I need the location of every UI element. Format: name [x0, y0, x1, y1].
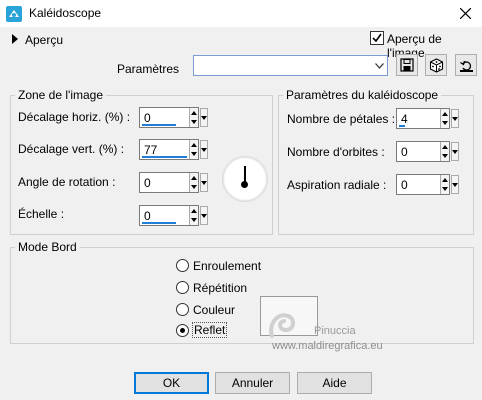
- edge-mode-title: Mode Bord: [15, 240, 80, 254]
- presets-dropdown[interactable]: [193, 55, 388, 76]
- close-icon: [459, 8, 471, 19]
- rotation-label: Angle de rotation :: [18, 175, 116, 189]
- randomize-button[interactable]: [425, 54, 447, 76]
- cancel-button[interactable]: Annuler: [215, 372, 290, 394]
- spin-arrows-icon[interactable]: [440, 142, 449, 161]
- orbits-label: Nombre d'orbites :: [287, 145, 385, 159]
- v-offset-label: Décalage vert. (%) :: [18, 142, 125, 156]
- floppy-disk-icon: [400, 58, 414, 72]
- reset-icon: [459, 60, 473, 72]
- radio-reflect-label[interactable]: Reflet: [192, 322, 228, 338]
- dial-center-dot: [241, 181, 248, 188]
- radio-wrap[interactable]: [176, 259, 189, 272]
- orbits-input[interactable]: 0: [396, 141, 459, 162]
- presets-label: Paramètres: [117, 62, 180, 76]
- ok-button[interactable]: OK: [134, 372, 209, 394]
- radio-reflect[interactable]: [176, 324, 189, 337]
- petals-input[interactable]: 4: [396, 108, 459, 129]
- h-offset-bar: [142, 124, 176, 126]
- window-title: Kaléidoscope: [29, 6, 102, 20]
- petals-bar: [399, 125, 405, 127]
- spin-menu-icon[interactable]: [200, 206, 208, 225]
- spin-arrows-icon[interactable]: [440, 109, 449, 128]
- petals-label: Nombre de pétales :: [287, 112, 396, 126]
- spin-menu-icon[interactable]: [451, 142, 459, 161]
- preview-section-label[interactable]: Aperçu: [25, 33, 63, 47]
- radio-color[interactable]: [176, 303, 189, 316]
- spin-menu-icon[interactable]: [451, 109, 459, 128]
- watermark-url: www.maldiregrafica.eu: [272, 340, 383, 352]
- spin-menu-icon[interactable]: [200, 140, 208, 159]
- image-zone-title: Zone de l'image: [15, 88, 107, 102]
- scale-value: 0: [144, 209, 151, 223]
- radial-suction-value: 0: [401, 178, 408, 192]
- help-button[interactable]: Aide: [297, 372, 372, 394]
- h-offset-value: 0: [144, 111, 151, 125]
- dice-icon: [429, 57, 443, 73]
- radio-wrap-label[interactable]: Enroulement: [193, 259, 261, 273]
- spin-menu-icon[interactable]: [451, 175, 459, 194]
- reset-button[interactable]: [455, 54, 477, 76]
- close-button[interactable]: [448, 0, 482, 27]
- petals-value: 4: [401, 112, 408, 126]
- radio-repeat-label[interactable]: Répétition: [193, 281, 247, 295]
- radio-color-label[interactable]: Couleur: [193, 303, 235, 317]
- chevron-down-icon[interactable]: [372, 56, 387, 75]
- expand-arrow-icon[interactable]: [12, 34, 18, 44]
- scale-input[interactable]: 0: [139, 205, 208, 226]
- kaleidoscope-params-title: Paramètres du kaléidoscope: [283, 88, 442, 102]
- rotation-input[interactable]: 0: [139, 172, 208, 193]
- spin-arrows-icon[interactable]: [189, 173, 198, 192]
- spin-arrows-icon[interactable]: [440, 175, 449, 194]
- radio-repeat[interactable]: [176, 281, 189, 294]
- spin-menu-icon[interactable]: [200, 173, 208, 192]
- scale-label: Échelle :: [18, 207, 65, 221]
- v-offset-bar: [142, 156, 187, 158]
- scale-bar: [142, 222, 176, 224]
- h-offset-label: Décalage horiz. (%) :: [18, 110, 131, 124]
- spin-arrows-icon[interactable]: [189, 206, 198, 225]
- spin-arrows-icon[interactable]: [189, 140, 198, 159]
- radial-suction-label: Aspiration radiale :: [287, 178, 387, 192]
- app-icon: [6, 6, 22, 22]
- preview-checkbox[interactable]: [370, 31, 384, 45]
- v-offset-input[interactable]: 77: [139, 139, 208, 160]
- orbits-value: 0: [401, 145, 408, 159]
- spin-arrows-icon[interactable]: [189, 108, 198, 127]
- checkmark-icon: [372, 33, 382, 43]
- h-offset-input[interactable]: 0: [139, 107, 208, 128]
- watermark-name: Pinuccia: [314, 325, 356, 337]
- v-offset-value: 77: [144, 143, 158, 157]
- rotation-value: 0: [144, 176, 151, 190]
- spin-menu-icon[interactable]: [200, 108, 208, 127]
- save-preset-button[interactable]: [396, 54, 418, 76]
- radial-suction-input[interactable]: 0: [396, 174, 459, 195]
